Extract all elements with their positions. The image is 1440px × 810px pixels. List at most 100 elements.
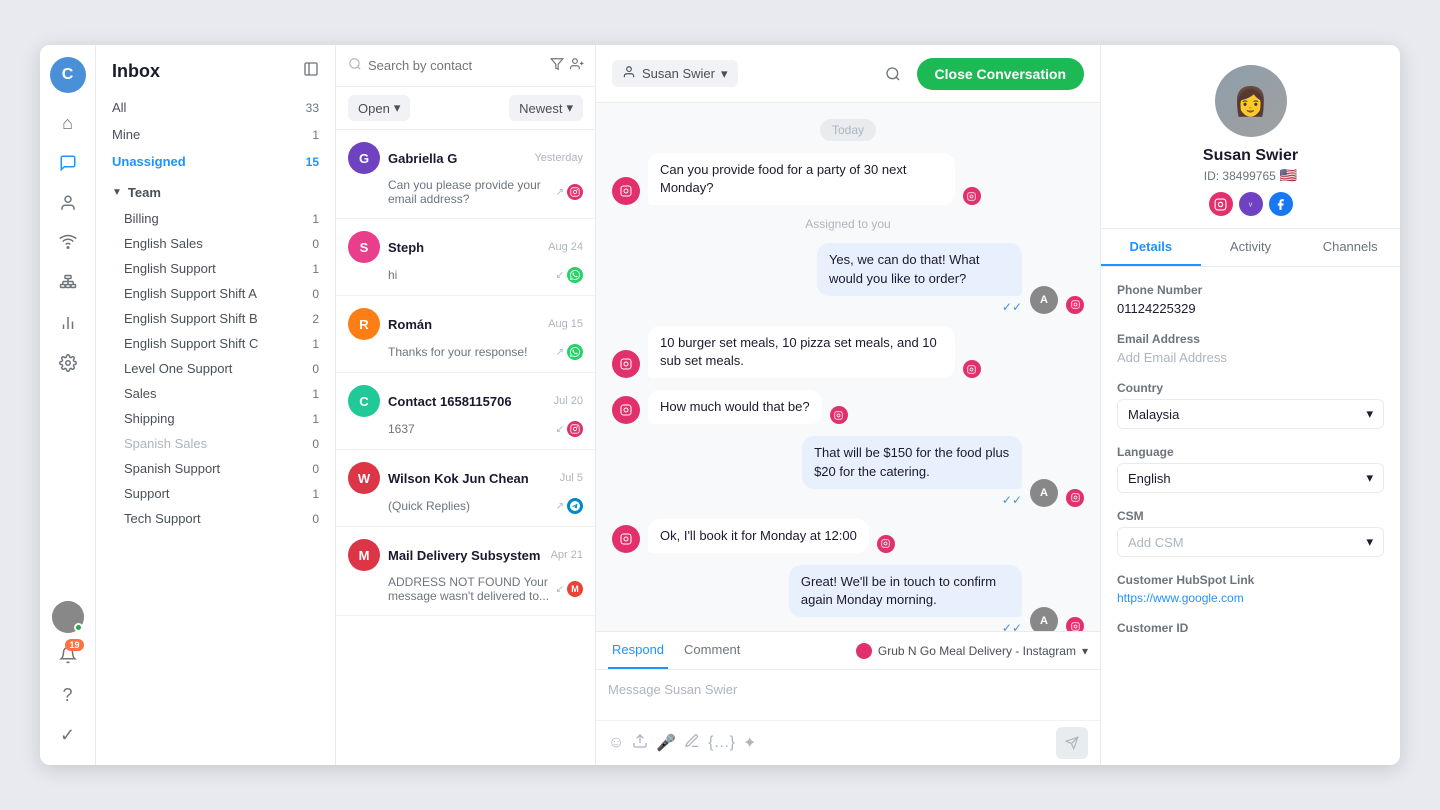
search-input[interactable]: [368, 58, 544, 73]
country-select[interactable]: Malaysia ▾: [1117, 399, 1384, 429]
language-select[interactable]: English ▾: [1117, 463, 1384, 493]
hubspot-value[interactable]: https://www.google.com: [1117, 591, 1384, 605]
contact-channels: V: [1209, 192, 1293, 216]
tab-channels[interactable]: Channels: [1300, 229, 1400, 266]
reply-channel-selector[interactable]: Grub N Go Meal Delivery - Instagram ▾: [856, 643, 1088, 659]
tab-respond[interactable]: Respond: [608, 632, 668, 669]
channel-icon: [567, 421, 583, 437]
right-panel: 👩 Susan Swier ID: 38499765 🇺🇸 V: [1100, 45, 1400, 765]
avatar: M: [348, 539, 380, 571]
send-button[interactable]: [1056, 727, 1088, 759]
signal-icon[interactable]: [50, 225, 86, 261]
list-item[interactable]: G Gabriella G Yesterday Can you please p…: [336, 130, 595, 219]
message-row: Can you provide food for a party of 30 n…: [612, 153, 1084, 205]
team-item-spanish-support[interactable]: Spanish Support 0: [96, 456, 335, 481]
team-item-english-sales[interactable]: English Sales 0: [96, 231, 335, 256]
conv-toolbar: Open ▾ Newest ▾: [336, 87, 595, 130]
csm-select[interactable]: Add CSM ▾: [1117, 527, 1384, 557]
emoji-icon[interactable]: ☺: [608, 734, 624, 752]
phone-value[interactable]: 01124225329: [1117, 301, 1384, 316]
signature-icon[interactable]: [684, 733, 700, 754]
sidebar-item-unassigned[interactable]: Unassigned 15: [96, 148, 335, 175]
team-item-tech-support[interactable]: Tech Support 0: [96, 506, 335, 531]
chat-header-left: Susan Swier ▾: [612, 60, 738, 87]
user-status-avatar[interactable]: [52, 601, 84, 633]
team-item-sales[interactable]: Sales 1: [96, 381, 335, 406]
team-item-english-support-shift-a[interactable]: English Support Shift A 0: [96, 281, 335, 306]
svg-text:V: V: [1249, 202, 1253, 208]
open-filter-button[interactable]: Open ▾: [348, 95, 410, 121]
team-item-english-support[interactable]: English Support 1: [96, 256, 335, 281]
team-item-english-support-shift-b[interactable]: English Support Shift B 2: [96, 306, 335, 331]
team-item-support[interactable]: Support 1: [96, 481, 335, 506]
channel-icon: [567, 267, 583, 283]
conversation-list: Open ▾ Newest ▾ G Gabriella G Yesterday …: [336, 45, 596, 765]
contact-name: Susan Swier: [1203, 147, 1298, 165]
settings-icon[interactable]: [50, 345, 86, 381]
chart-icon[interactable]: [50, 305, 86, 341]
message-row: A Great! We'll be in touch to confirm ag…: [612, 565, 1084, 631]
avatar: A: [1030, 479, 1058, 507]
home-icon[interactable]: ⌂: [50, 105, 86, 141]
message-channel-badge: [1066, 489, 1084, 507]
double-check-icon[interactable]: ✓: [50, 717, 86, 753]
team-item-spanish-sales[interactable]: Spanish Sales 0: [96, 431, 335, 456]
avatar: G: [348, 142, 380, 174]
contact-selector[interactable]: Susan Swier ▾: [612, 60, 738, 87]
audio-icon[interactable]: 🎤: [656, 733, 676, 753]
upload-icon[interactable]: [632, 733, 648, 754]
avatar: W: [348, 462, 380, 494]
help-icon[interactable]: ?: [50, 677, 86, 713]
date-divider: Today: [820, 119, 876, 141]
list-item[interactable]: W Wilson Kok Jun Chean Jul 5 (Quick Repl…: [336, 450, 595, 527]
country-label: Country: [1117, 381, 1384, 395]
list-item[interactable]: M Mail Delivery Subsystem Apr 21 ADDRESS…: [336, 527, 595, 616]
reply-toolbar: ☺ 🎤 {…} ✦: [596, 720, 1100, 765]
message-bubble: Great! We'll be in touch to confirm agai…: [789, 565, 1022, 617]
user-avatar[interactable]: C: [50, 57, 86, 93]
template-icon[interactable]: {…}: [708, 734, 735, 752]
sidebar-item-all[interactable]: All 33: [96, 94, 335, 121]
message-bubble: Ok, I'll book it for Monday at 12:00: [648, 519, 869, 553]
list-item[interactable]: R Román Aug 15 Thanks for your response!…: [336, 296, 595, 373]
language-label: Language: [1117, 445, 1384, 459]
sidebar-toggle-icon[interactable]: [303, 61, 319, 82]
chat-icon[interactable]: [50, 145, 86, 181]
team-item-billing[interactable]: Billing 1: [96, 206, 335, 231]
list-item[interactable]: C Contact 1658115706 Jul 20 1637 ↙: [336, 373, 595, 450]
filter-icon[interactable]: [550, 57, 564, 74]
notifications-icon[interactable]: 19: [50, 637, 86, 673]
team-item-english-support-shift-c[interactable]: English Support Shift C 1: [96, 331, 335, 356]
close-conversation-button[interactable]: Close Conversation: [917, 58, 1084, 90]
channel-icon: [567, 184, 583, 200]
avatar: C: [348, 385, 380, 417]
message-row: 10 burger set meals, 10 pizza set meals,…: [612, 326, 1084, 378]
contacts-icon[interactable]: [50, 185, 86, 221]
facebook-channel-icon[interactable]: [1269, 192, 1293, 216]
tab-comment[interactable]: Comment: [680, 632, 744, 669]
conversation-items: G Gabriella G Yesterday Can you please p…: [336, 130, 595, 765]
avatar: [612, 177, 640, 205]
field-customer-id: Customer ID: [1117, 621, 1384, 635]
email-value[interactable]: Add Email Address: [1117, 350, 1384, 365]
csm-label: CSM: [1117, 509, 1384, 523]
read-check-icon: ✓✓: [1002, 300, 1022, 314]
team-header[interactable]: ▼ Team: [96, 179, 335, 206]
sort-button[interactable]: Newest ▾: [509, 95, 583, 121]
add-contact-icon[interactable]: [570, 57, 584, 74]
tab-details[interactable]: Details: [1101, 229, 1201, 266]
sidebar: Inbox All 33 Mine 1 Unassigned 15: [96, 45, 336, 765]
hierarchy-icon[interactable]: [50, 265, 86, 301]
sidebar-item-mine[interactable]: Mine 1: [96, 121, 335, 148]
message-row: A That will be $150 for the food plus $2…: [612, 436, 1084, 506]
contact-id: ID: 38499765 🇺🇸: [1204, 167, 1298, 184]
tab-activity[interactable]: Activity: [1201, 229, 1301, 266]
list-item[interactable]: S Steph Aug 24 hi ↙: [336, 219, 595, 296]
ai-icon[interactable]: ✦: [743, 733, 756, 753]
search-conversation-icon[interactable]: [877, 58, 909, 90]
reply-input[interactable]: Message Susan Swier: [596, 670, 1100, 720]
viber-channel-icon[interactable]: V: [1239, 192, 1263, 216]
team-item-level-one-support[interactable]: Level One Support 0: [96, 356, 335, 381]
instagram-channel-icon[interactable]: [1209, 192, 1233, 216]
team-item-shipping[interactable]: Shipping 1: [96, 406, 335, 431]
